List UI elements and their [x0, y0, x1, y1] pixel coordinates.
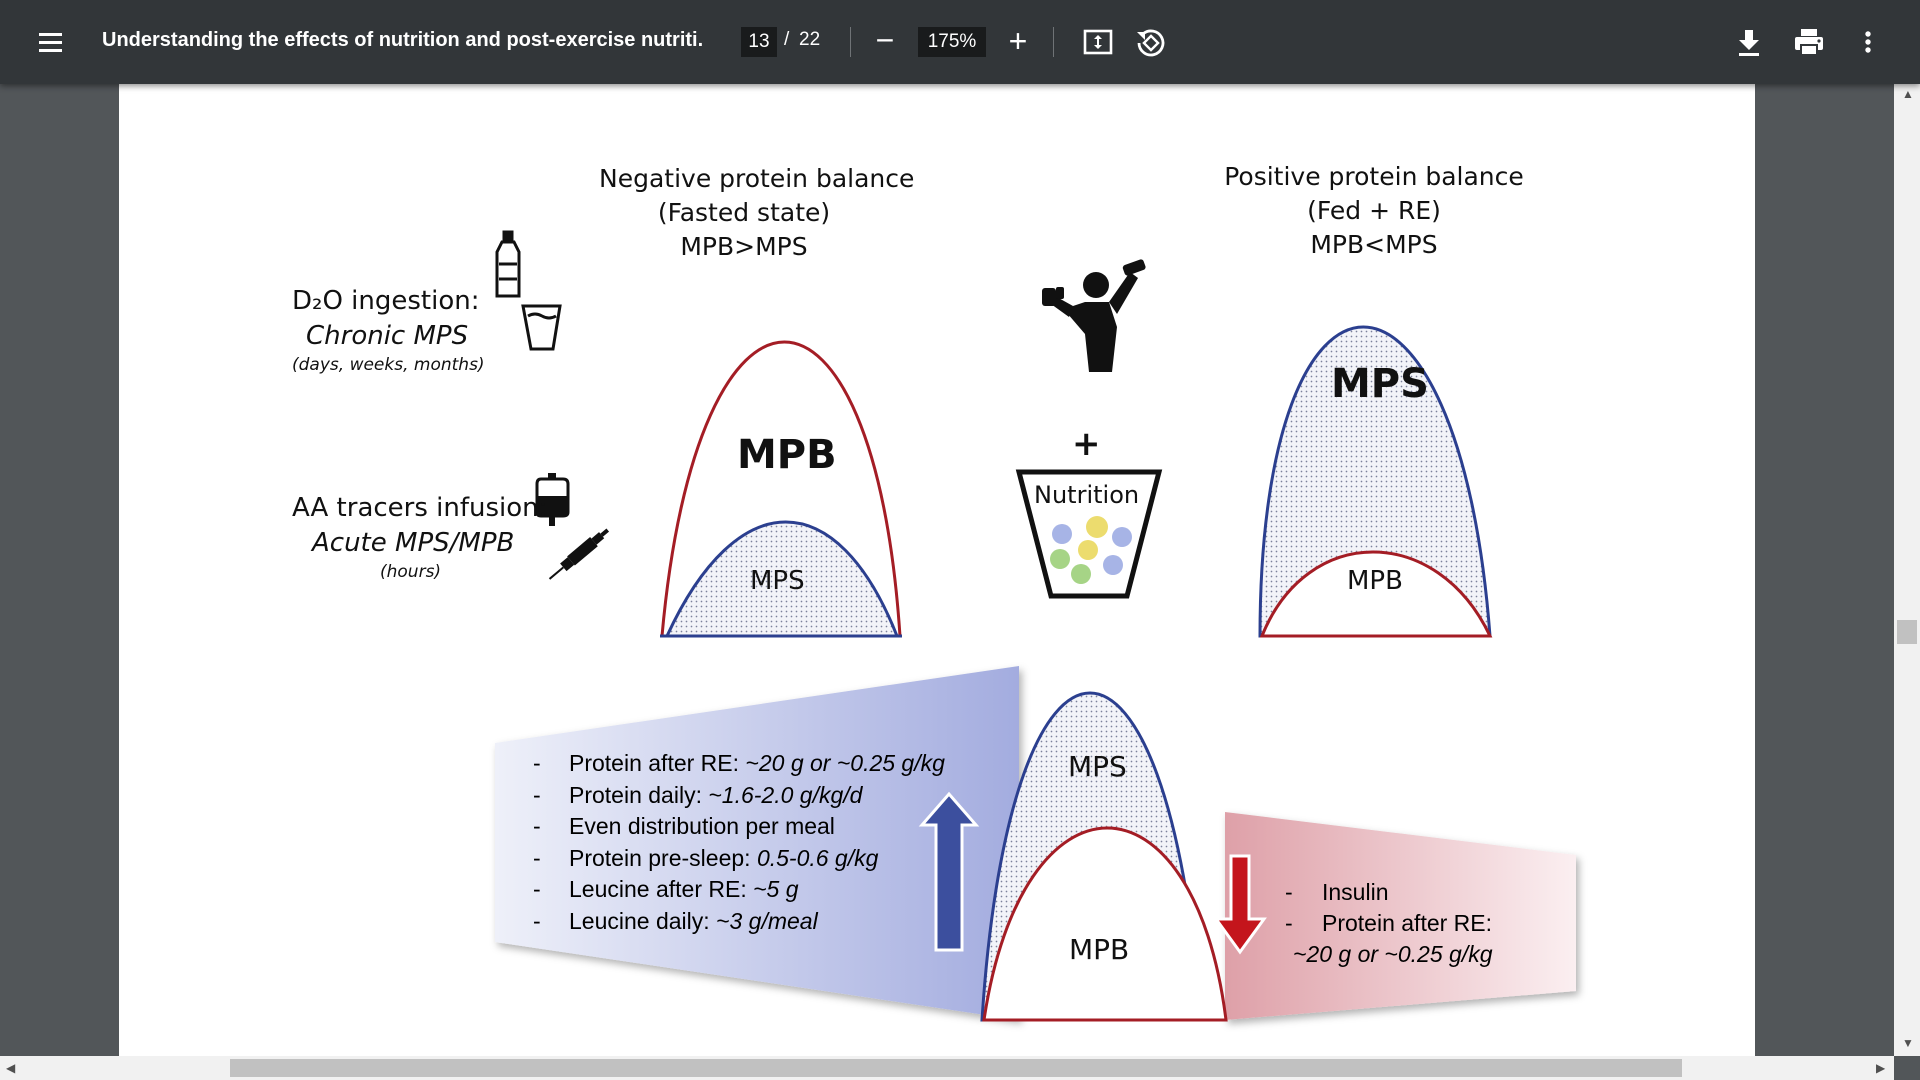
page-separator: /: [784, 29, 790, 50]
aa-title: AA tracers infusion:: [292, 493, 548, 523]
weightlifter-icon: [1042, 259, 1146, 372]
print-button[interactable]: [1792, 26, 1826, 58]
vertical-scroll-thumb[interactable]: [1897, 620, 1917, 644]
negative-balance-heading: Negative protein balance (Fasted state) …: [599, 164, 915, 261]
more-actions-button[interactable]: [1856, 26, 1880, 58]
positive-mpb-label: MPB: [1347, 566, 1403, 596]
d2o-subtitle: Chronic MPS: [306, 321, 469, 351]
zoom-out-button[interactable]: −: [870, 24, 900, 58]
d2o-note: (days, weeks, months): [292, 355, 485, 375]
syringe-icon: [548, 528, 610, 580]
d2o-title: D₂O ingestion:: [292, 286, 480, 316]
list-item: - Insulin: [1285, 879, 1389, 905]
more-vert-icon: [1865, 31, 1871, 53]
negative-mps-label: MPS: [750, 566, 805, 596]
list-item-value: ~20 g or ~0.25 g/kg: [1293, 941, 1493, 967]
rotate-button[interactable]: [1134, 26, 1168, 60]
list-item: - Even distribution per meal: [533, 813, 835, 839]
nutrition-label: Nutrition: [1034, 481, 1140, 509]
menu-icon: [38, 32, 62, 36]
list-item: - Leucine daily: ~3 g/meal: [533, 907, 818, 934]
rotate-icon: [1137, 29, 1165, 57]
zoom-in-button[interactable]: +: [1003, 24, 1033, 58]
list-item: - Protein after RE:: [1285, 910, 1493, 936]
vertical-scrollbar[interactable]: ▲ ▼: [1894, 84, 1920, 1056]
scroll-right-icon[interactable]: ▶: [1876, 1061, 1885, 1075]
zoom-level-input[interactable]: 175%: [918, 27, 986, 57]
bottom-mpb-label: MPB: [1069, 933, 1130, 966]
page-total: 22: [799, 29, 821, 50]
document-title: Understanding the effects of nutrition a…: [102, 29, 702, 51]
toolbar-divider: [850, 27, 851, 57]
bottom-mps-label: MPS: [1068, 750, 1127, 783]
list-item: - Protein daily: ~1.6-2.0 g/kg/d: [533, 781, 863, 808]
download-button[interactable]: [1734, 26, 1764, 58]
page-number-input[interactable]: 13: [741, 27, 777, 57]
download-icon: [1739, 30, 1759, 56]
list-item: - Leucine after RE: ~5 g: [533, 876, 799, 902]
plus-sign: +: [1072, 424, 1101, 464]
mpb-factors-list: - Insulin - Protein after RE: ~20 g or ~0.…: [1285, 877, 1493, 970]
print-icon: [1795, 29, 1823, 56]
list-item: - Protein pre-sleep: 0.5-0.6 g/kg: [533, 844, 879, 871]
pdf-page: Negative protein balance (Fasted state) …: [119, 84, 1755, 1056]
fit-to-page-button[interactable]: [1082, 26, 1114, 58]
horizontal-scrollbar[interactable]: ◀ ▶: [0, 1056, 1894, 1080]
scroll-up-icon[interactable]: ▲: [1902, 87, 1914, 101]
recommendations-list: - Protein after RE: ~20 g or ~0.25 g/kg -…: [533, 748, 945, 937]
water-bottle-icon: [495, 230, 521, 298]
scroll-down-icon[interactable]: ▼: [1902, 1036, 1914, 1050]
aa-note: (hours): [380, 562, 442, 582]
fit-page-icon: [1083, 29, 1113, 55]
aa-subtitle: Acute MPS/MPB: [312, 528, 515, 558]
scroll-left-icon[interactable]: ◀: [6, 1061, 15, 1075]
toolbar-divider: [1053, 27, 1054, 57]
positive-balance-heading: Positive protein balance (Fed + RE) MPB<…: [1224, 162, 1524, 259]
water-glass-icon: [521, 304, 562, 351]
list-item: - Protein after RE: ~20 g or ~0.25 g/kg: [533, 750, 945, 776]
horizontal-scroll-thumb[interactable]: [230, 1059, 1682, 1077]
positive-mps-label: MPS: [1331, 361, 1429, 407]
menu-button[interactable]: [30, 24, 70, 60]
negative-mpb-label: MPB: [737, 432, 837, 478]
pdf-toolbar: Understanding the effects of nutrition a…: [0, 0, 1920, 84]
